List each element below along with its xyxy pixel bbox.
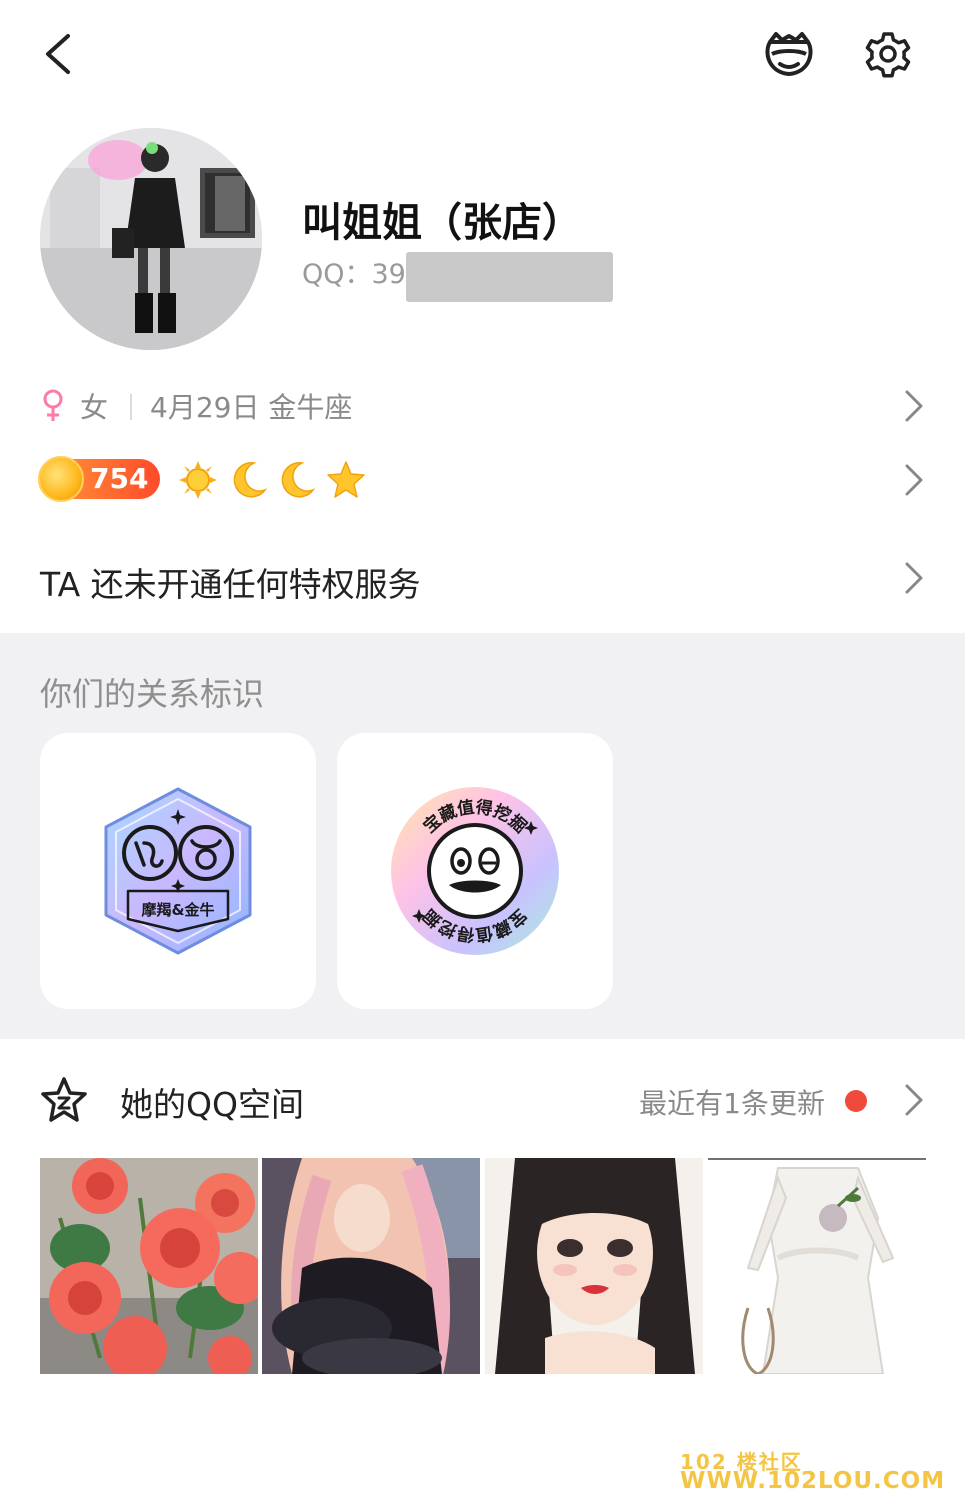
relationship-badge-treasure[interactable]: 宝藏值得挖掘 宝藏值得挖掘 <box>337 733 613 1009</box>
sun-icon <box>179 461 217 499</box>
illustrated-girl-photo[interactable] <box>485 1158 703 1374</box>
chevron-right-icon <box>905 390 923 422</box>
relationship-badge-zodiac[interactable]: 摩羯&金牛 <box>40 733 316 1009</box>
privilege-row[interactable]: TA 还未开通任何特权服务 <box>40 550 925 610</box>
qzone-title: 她的QQ空间 <box>120 1085 304 1124</box>
update-dot <box>845 1090 867 1112</box>
qq-number-mask <box>406 252 613 302</box>
zodiac-badge-icon: 摩羯&金牛 <box>104 787 252 955</box>
qzone-update-text: 最近有1条更新 <box>639 1087 825 1120</box>
privilege-text: TA 还未开通任何特权服务 <box>40 565 421 604</box>
settings-gear-icon[interactable] <box>862 28 914 80</box>
avatar-photo <box>40 128 262 350</box>
back-arrow-icon[interactable] <box>40 30 80 78</box>
qzone-star-icon <box>41 1077 87 1122</box>
roses-photo[interactable] <box>40 1158 258 1374</box>
qq-number: QQ：39 <box>302 259 406 290</box>
avatar[interactable] <box>40 128 262 350</box>
divider <box>130 394 132 420</box>
star-icon <box>327 461 365 498</box>
zodiac-badge-label: 摩羯&金牛 <box>141 901 214 919</box>
relationship-section: 你们的关系标识 摩羯&金牛 宝藏值得挖掘 宝藏值得挖掘 <box>0 633 965 1039</box>
nickname: 叫姐姐（张店） <box>302 200 582 246</box>
moon-icon <box>233 462 268 498</box>
chevron-right-icon <box>905 464 923 496</box>
birthday-zodiac: 4月29日 金牛座 <box>150 391 353 424</box>
basic-info-row[interactable]: 女 4月29日 金牛座 <box>40 380 925 432</box>
qzone-photo-strip <box>40 1158 926 1374</box>
treasure-badge-icon: 宝藏值得挖掘 宝藏值得挖掘 <box>391 787 559 955</box>
gender-label: 女 <box>80 391 109 424</box>
chevron-right-icon <box>905 1084 923 1116</box>
qq-mascot-icon[interactable] <box>762 28 816 80</box>
white-dress-photo[interactable] <box>708 1158 926 1374</box>
coin-icon <box>38 456 84 502</box>
qq-level-row[interactable]: 754 <box>38 456 925 508</box>
moon-icon <box>281 462 316 498</box>
relationship-title: 你们的关系标识 <box>40 675 265 713</box>
chevron-right-icon <box>905 562 923 594</box>
female-icon <box>43 389 63 421</box>
watermark-line2: WWW.102LOU.COM <box>680 1468 946 1494</box>
level-badge: 754 <box>38 456 160 502</box>
anime-girl-photo[interactable] <box>262 1158 480 1374</box>
level-value: 754 <box>90 462 149 495</box>
qzone-row[interactable]: 她的QQ空间 最近有1条更新 <box>40 1070 925 1130</box>
